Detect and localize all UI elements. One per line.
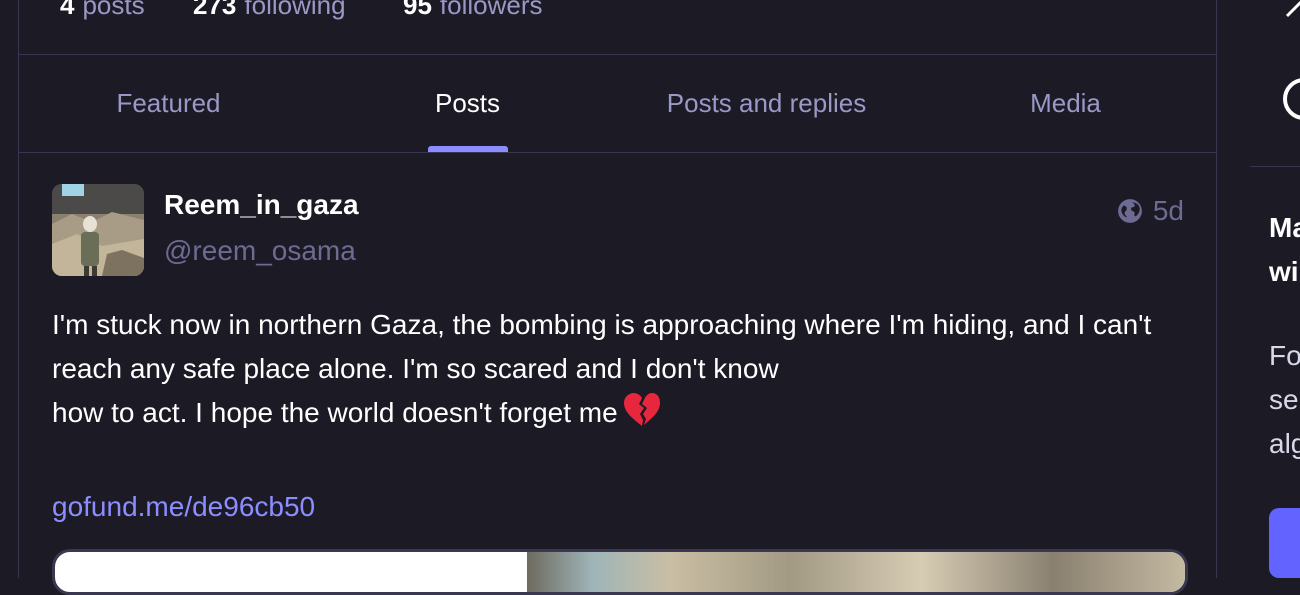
post-text-line-2: how to act. I hope the world doesn't for… — [52, 391, 1172, 441]
profile-tabs: Featured Posts Posts and replies Media — [19, 55, 1216, 153]
gofundme-link[interactable]: gofund.me/de96cb50 — [52, 491, 315, 522]
posts-label: posts — [82, 0, 145, 20]
profile-stats: 4 posts 273 following 95 followers — [19, 0, 1216, 55]
right-sidebar: Ma wi Fo se alg — [1215, 0, 1300, 578]
active-tab-indicator — [428, 146, 508, 152]
post-author-handle[interactable]: @reem_osama — [164, 235, 356, 267]
broken-heart-icon — [622, 392, 662, 441]
followers-label: followers — [439, 0, 543, 20]
globe-icon — [1117, 199, 1142, 223]
tab-posts[interactable]: Posts — [318, 55, 617, 152]
followers-count: 95 — [403, 0, 432, 20]
posts-count: 4 — [60, 0, 75, 20]
tab-featured[interactable]: Featured — [19, 55, 318, 152]
post-item: Reem_in_gaza @reem_osama 5d I'm stuck no… — [19, 153, 1216, 595]
post-media-attachment[interactable] — [52, 549, 1188, 595]
sidebar-divider — [1250, 166, 1300, 167]
sidebar-heading-line-1: Ma — [1269, 212, 1300, 243]
sidebar-text-line-3: alg — [1269, 428, 1300, 459]
profile-column: 4 posts 273 following 95 followers Featured… — [18, 0, 1217, 595]
post-text-line-1: I'm stuck now in northern Gaza, the bomb… — [52, 309, 1152, 384]
avatar[interactable] — [52, 184, 144, 276]
post-text-line-2-text: how to act. I hope the world doesn't for… — [52, 397, 618, 428]
sidebar-round-icon[interactable] — [1283, 78, 1300, 120]
followers-count-link[interactable]: 95 followers — [403, 0, 543, 21]
following-count: 273 — [193, 0, 237, 20]
sidebar-text-line-2: se — [1269, 384, 1299, 415]
post-timestamp[interactable]: 5d — [1153, 195, 1184, 227]
tab-media[interactable]: Media — [916, 55, 1215, 152]
posts-count-link[interactable]: 4 posts — [60, 0, 145, 21]
post-author-name[interactable]: Reem_in_gaza — [164, 189, 359, 221]
post-meta: 5d — [1117, 195, 1184, 227]
sidebar-heading-line-2: wi — [1269, 256, 1299, 287]
avatar-image — [52, 184, 144, 276]
following-label: following — [244, 0, 346, 20]
tab-posts-and-replies[interactable]: Posts and replies — [617, 55, 916, 152]
post-paragraph-spacer — [52, 441, 1172, 485]
post-content: I'm stuck now in northern Gaza, the bomb… — [52, 303, 1172, 529]
post-media-photo — [527, 552, 1185, 592]
sidebar-text-line-1: Fo — [1269, 340, 1300, 371]
following-count-link[interactable]: 273 following — [193, 0, 346, 21]
post-link-line: gofund.me/de96cb50 — [52, 485, 1172, 529]
close-icon[interactable] — [1283, 0, 1300, 20]
